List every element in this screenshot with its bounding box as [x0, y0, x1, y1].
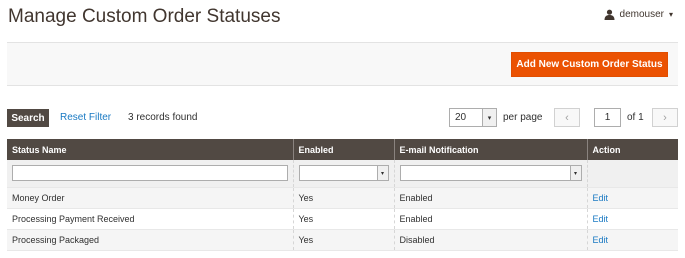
enabled-cell: Yes	[292, 208, 394, 230]
column-header-enabled[interactable]: Enabled	[292, 139, 394, 160]
status-name-cell: Processing Packaged	[7, 229, 293, 251]
enabled-cell: Yes	[292, 229, 394, 251]
chevron-down-icon: ▾	[569, 166, 581, 181]
page-total: of 1	[627, 112, 644, 123]
table-row[interactable]: Processing Packaged Yes Disabled Edit	[7, 229, 678, 251]
per-page-value: 20	[455, 112, 467, 123]
email-notification-cell: Enabled	[393, 208, 587, 230]
add-new-status-button[interactable]: Add New Custom Order Status	[511, 52, 668, 77]
email-notification-cell: Enabled	[393, 187, 587, 209]
table-row[interactable]: Processing Payment Received Yes Enabled …	[7, 208, 678, 230]
per-page-label: per page	[503, 112, 543, 123]
user-menu[interactable]: demouser ▾	[604, 9, 673, 20]
enabled-filter-select[interactable]: ▾	[298, 165, 389, 182]
chevron-down-icon: ▾	[482, 109, 496, 126]
status-name-cell: Money Order	[7, 187, 293, 209]
chevron-down-icon: ▾	[668, 10, 673, 19]
reset-filter-link[interactable]: Reset Filter	[60, 112, 111, 123]
search-button[interactable]: Search	[7, 109, 49, 127]
grid-header-row: Status Name Enabled E-mail Notification …	[7, 139, 678, 160]
filter-cell	[7, 160, 293, 188]
page-number-input[interactable]: 1	[594, 108, 621, 127]
filter-cell	[586, 160, 678, 188]
edit-link[interactable]: Edit	[593, 235, 609, 245]
column-header-email-notification[interactable]: E-mail Notification	[393, 139, 587, 160]
user-icon	[604, 9, 615, 20]
statuses-grid: Status Name Enabled E-mail Notification …	[7, 139, 678, 251]
email-notification-filter-select[interactable]: ▾	[399, 165, 582, 182]
status-name-cell: Processing Payment Received	[7, 208, 293, 230]
status-name-filter-input[interactable]	[12, 165, 288, 182]
action-cell: Edit	[586, 187, 678, 209]
table-row[interactable]: Money Order Yes Enabled Edit	[7, 187, 678, 209]
page-actions-bar: Add New Custom Order Status	[7, 42, 678, 86]
filter-cell: ▾	[292, 160, 394, 188]
filter-cell: ▾	[393, 160, 587, 188]
chevron-down-icon: ▾	[376, 166, 388, 181]
user-name: demouser	[619, 9, 664, 20]
records-count: 3 records found	[128, 112, 198, 123]
page-title: Manage Custom Order Statuses	[8, 6, 281, 27]
edit-link[interactable]: Edit	[593, 214, 609, 224]
previous-page-button[interactable]: ‹	[554, 108, 580, 127]
next-page-button[interactable]: ›	[652, 108, 678, 127]
per-page-select[interactable]: 20 ▾	[449, 108, 497, 127]
action-cell: Edit	[586, 229, 678, 251]
email-notification-cell: Disabled	[393, 229, 587, 251]
grid-toolbar: Search Reset Filter 3 records found 20 ▾…	[7, 107, 678, 129]
column-header-action: Action	[586, 139, 678, 160]
filter-row: ▾ ▾	[7, 160, 678, 188]
enabled-cell: Yes	[292, 187, 394, 209]
action-cell: Edit	[586, 208, 678, 230]
column-header-status-name[interactable]: Status Name	[7, 139, 293, 160]
edit-link[interactable]: Edit	[593, 193, 609, 203]
